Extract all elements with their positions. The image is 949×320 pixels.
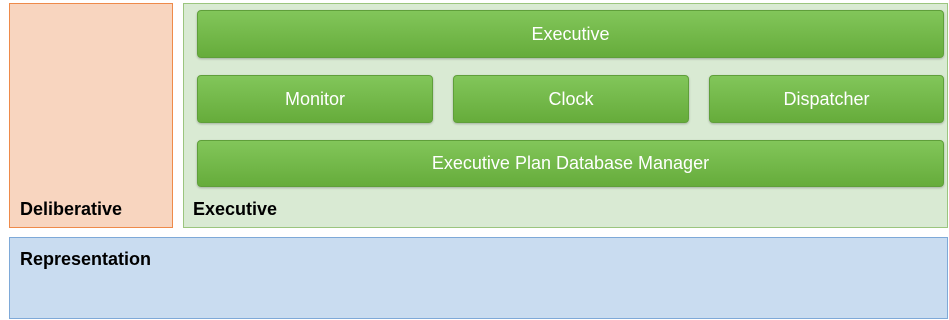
monitor-component: Monitor bbox=[197, 75, 433, 123]
clock-component: Clock bbox=[453, 75, 689, 123]
deliberative-layer: Deliberative bbox=[9, 3, 173, 228]
representation-layer: Representation bbox=[9, 237, 948, 319]
representation-label: Representation bbox=[20, 249, 152, 269]
dispatcher-component: Dispatcher bbox=[709, 75, 944, 123]
executive-layer-label: Executive bbox=[193, 199, 278, 219]
executive-plan-database-manager-component: Executive Plan Database Manager bbox=[197, 140, 944, 187]
deliberative-label: Deliberative bbox=[20, 199, 123, 219]
executive-component: Executive bbox=[197, 10, 944, 58]
